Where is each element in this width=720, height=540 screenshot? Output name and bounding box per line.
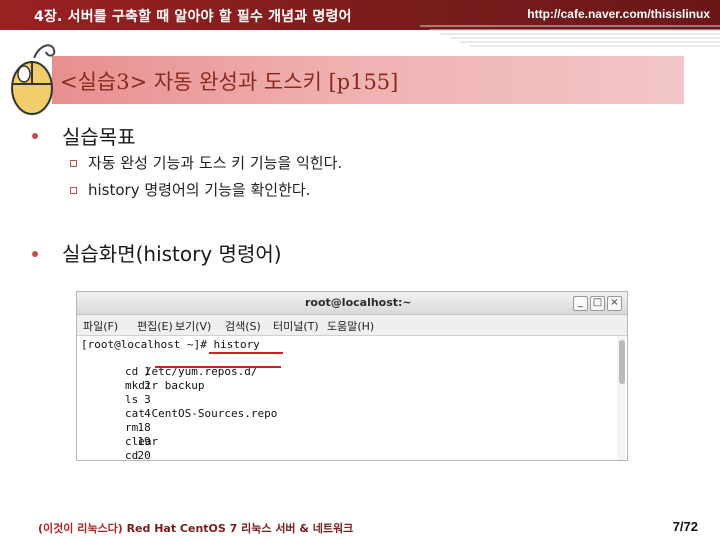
terminal-window: root@localhost:~ _ □ × 파일(F) 편집(E) 보기(V)… <box>76 291 628 461</box>
yum-path-underline <box>155 366 281 368</box>
terminal-menubar: 파일(F) 편집(E) 보기(V) 검색(S) 터미널(T) 도움말(H) <box>77 315 627 336</box>
bullet-marker <box>32 133 38 139</box>
history-command-underline <box>209 352 283 354</box>
terminal-title: root@localhost:~ <box>305 296 412 309</box>
menu-search[interactable]: 검색(S) <box>225 318 261 334</box>
bullet-marker <box>32 251 38 257</box>
menu-file[interactable]: 파일(F) <box>83 318 118 334</box>
footer-book-title: (이것이 리눅스다) Red Hat CentOS 7 리눅스 서버 & 네트워… <box>38 520 353 536</box>
sub-bullet-history: history 명령어의 기능을 확인한다. <box>88 181 311 199</box>
close-icon[interactable]: × <box>607 296 622 311</box>
menu-help[interactable]: 도움말(H) <box>327 318 374 334</box>
page-number: 7/72 <box>672 519 698 534</box>
header-url: http://cafe.naver.com/thisislinux <box>527 7 710 21</box>
terminal-output: [root@localhost ~]# history 1 cd /etc/yum… <box>77 336 617 460</box>
menu-edit[interactable]: 편집(E) <box>137 318 173 334</box>
terminal-prompt: [root@localhost ~]# history <box>81 338 260 351</box>
history-line: 21clear <box>77 449 117 460</box>
footer-book-rest: Red Hat CentOS 7 리눅스 서버 & 네트워크 <box>122 522 354 535</box>
bullet-practice-goal: 실습목표 <box>62 125 136 149</box>
terminal-scroll-thumb[interactable] <box>619 340 625 384</box>
maximize-icon[interactable]: □ <box>590 296 605 311</box>
sub-bullet-marker <box>70 160 77 167</box>
sub-bullet-autocomplete: 자동 완성 기능과 도스 키 기능을 익힌다. <box>88 154 343 172</box>
terminal-titlebar: root@localhost:~ _ □ × <box>77 292 627 315</box>
menu-terminal[interactable]: 터미널(T) <box>273 318 319 334</box>
slide-title: <실습3> 자동 완성과 도스키 [p155] <box>60 70 399 94</box>
minimize-icon[interactable]: _ <box>573 296 588 311</box>
footer-book-highlight: (이것이 리눅스다) <box>38 522 123 535</box>
decorative-lines <box>420 25 720 47</box>
sub-bullet-marker <box>70 187 77 194</box>
bullet-practice-screen: 실습화면(history 명령어) <box>62 242 282 266</box>
menu-view[interactable]: 보기(V) <box>175 318 211 334</box>
slide-title-bar: <실습3> 자동 완성과 도스키 [p155] <box>52 56 684 104</box>
chapter-title: 4장. 서버를 구축할 때 알아야 할 필수 개념과 명령어 <box>34 9 352 25</box>
mouse-icon <box>11 44 56 115</box>
